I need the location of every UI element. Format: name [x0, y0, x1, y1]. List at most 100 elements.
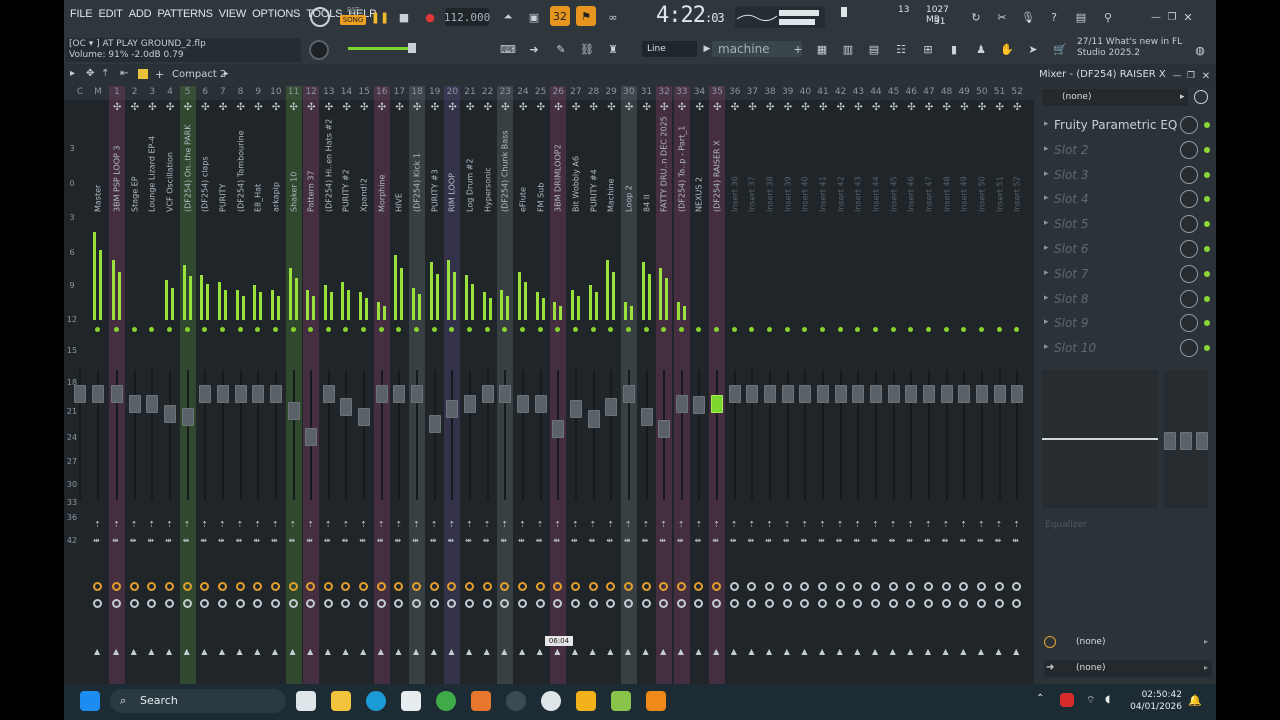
- volume-fader[interactable]: [393, 385, 406, 403]
- volume-knob-icon[interactable]: [941, 599, 951, 608]
- channel-name[interactable]: Insert 43: [850, 112, 866, 212]
- send-arrow-icon[interactable]: ▲: [695, 647, 701, 656]
- channel-number[interactable]: 16: [374, 87, 390, 97]
- volume-fader[interactable]: [411, 385, 424, 403]
- channel-number[interactable]: 21: [462, 87, 478, 97]
- channel-number[interactable]: 35: [709, 87, 725, 97]
- channel-number[interactable]: 22: [480, 87, 496, 97]
- volume-fader[interactable]: [340, 398, 353, 416]
- stereo-up-icon[interactable]: ⇡: [360, 520, 367, 529]
- stereo-up-icon[interactable]: ⇡: [643, 520, 650, 529]
- stereo-separation-icon[interactable]: ⇹: [183, 536, 190, 545]
- pan-knob-icon[interactable]: [835, 582, 845, 591]
- pan-knob-icon[interactable]: [782, 582, 792, 591]
- channel-name[interactable]: Insert 40: [797, 112, 813, 212]
- stereo-separation-icon[interactable]: ⇹: [130, 536, 137, 545]
- send-arrow-icon[interactable]: ▲: [94, 647, 100, 656]
- active-led-icon[interactable]: [925, 327, 931, 332]
- stereo-up-icon[interactable]: ⇡: [801, 520, 808, 529]
- stereo-separation-icon[interactable]: ⇹: [942, 536, 949, 545]
- pan-knob-icon[interactable]: [923, 582, 933, 591]
- channel-number[interactable]: 32: [656, 87, 672, 97]
- stereo-up-icon[interactable]: ⇡: [819, 520, 826, 529]
- stereo-separation-icon[interactable]: ⇹: [589, 536, 596, 545]
- channel-name[interactable]: [72, 112, 88, 212]
- channel-number[interactable]: 14: [338, 87, 354, 97]
- channel-number[interactable]: 38: [762, 87, 778, 97]
- channel-number[interactable]: 29: [603, 87, 619, 97]
- channel-name[interactable]: VCF Oscillation: [162, 112, 178, 212]
- channel-number[interactable]: 43: [850, 87, 866, 97]
- stereo-separation-icon[interactable]: ⇹: [959, 536, 966, 545]
- menu-edit[interactable]: EDIT: [98, 8, 122, 20]
- volume-fader[interactable]: [305, 428, 318, 446]
- send-arrow-icon[interactable]: ▲: [960, 647, 966, 656]
- volume-knob-icon[interactable]: [376, 599, 386, 608]
- stereo-separation-icon[interactable]: ⇹: [377, 536, 384, 545]
- countdown-mode-button[interactable]: 32: [550, 6, 570, 26]
- channel-number[interactable]: 9: [250, 87, 266, 97]
- stereo-up-icon[interactable]: ⇡: [201, 520, 208, 529]
- help-icon[interactable]: ?: [1044, 7, 1064, 27]
- output2-arrow-icon[interactable]: ▸: [1204, 663, 1208, 672]
- stereo-separation-icon[interactable]: ⇹: [712, 536, 719, 545]
- effect-slot[interactable]: Slot 3: [1044, 164, 1192, 186]
- channel-name[interactable]: PURITY #2: [338, 112, 354, 212]
- volume-fader[interactable]: [887, 385, 900, 403]
- send-arrow-icon[interactable]: ▲: [448, 647, 454, 656]
- channel-number[interactable]: 37: [744, 87, 760, 97]
- send-arrow-icon[interactable]: ▲: [166, 647, 172, 656]
- volume-fader[interactable]: [975, 385, 988, 403]
- active-led-icon[interactable]: [519, 327, 525, 332]
- channel-name[interactable]: PURITY #4: [586, 112, 602, 212]
- stereo-separation-icon[interactable]: ⇹: [571, 536, 578, 545]
- channel-number[interactable]: 12: [303, 87, 319, 97]
- channel-name[interactable]: Insert 50: [974, 112, 990, 212]
- channel-number[interactable]: 4: [162, 87, 178, 97]
- stereo-separation-icon[interactable]: ⇹: [483, 536, 490, 545]
- mixer-view-icon[interactable]: [137, 68, 149, 80]
- stereo-separation-icon[interactable]: ⇹: [218, 536, 225, 545]
- active-led-icon[interactable]: [590, 327, 596, 332]
- send-arrow-icon[interactable]: ▲: [784, 647, 790, 656]
- channel-name[interactable]: (DF254) Tambourine: [233, 112, 249, 212]
- send-arrow-icon[interactable]: ▲: [413, 647, 419, 656]
- stereo-up-icon[interactable]: ⇡: [342, 520, 349, 529]
- close-icon[interactable]: ✕: [1178, 7, 1198, 27]
- stereo-up-icon[interactable]: ⇡: [748, 520, 755, 529]
- volume-knob-icon[interactable]: [818, 599, 827, 608]
- pan-knob-icon[interactable]: [941, 582, 951, 591]
- slot-enable-led-icon[interactable]: [1204, 270, 1210, 277]
- volume-fader[interactable]: [746, 385, 759, 403]
- volume-knob-icon[interactable]: [217, 599, 227, 608]
- send-arrow-icon[interactable]: ▲: [484, 647, 490, 656]
- volume-fader[interactable]: [728, 385, 741, 403]
- pan-knob-icon[interactable]: [641, 582, 651, 591]
- send-arrow-icon[interactable]: ▲: [978, 647, 984, 656]
- send-arrow-icon[interactable]: ▲: [643, 647, 649, 656]
- mixer-close-icon[interactable]: ✕: [1196, 66, 1216, 86]
- send-arrow-icon[interactable]: ▲: [254, 647, 260, 656]
- volume-fader[interactable]: [199, 385, 212, 403]
- stereo-separation-icon[interactable]: ⇹: [995, 536, 1002, 545]
- pan-knob-icon[interactable]: [93, 582, 102, 591]
- slot-arrow-icon[interactable]: ▸: [1044, 169, 1049, 179]
- channel-name[interactable]: Insert 51: [992, 112, 1008, 212]
- channel-name[interactable]: Insert 37: [744, 112, 760, 212]
- volume-fader[interactable]: [693, 396, 706, 414]
- channel-number[interactable]: 39: [780, 87, 796, 97]
- connect-icon[interactable]: ⊞: [918, 39, 938, 59]
- pan-knob-icon[interactable]: [729, 582, 739, 591]
- active-led-icon[interactable]: [484, 327, 490, 332]
- channel-name[interactable]: 3BM DRIMLOOP2: [550, 112, 566, 212]
- volume-fader[interactable]: [622, 385, 635, 403]
- channel-number[interactable]: 25: [533, 87, 549, 97]
- send-arrow-icon[interactable]: ▲: [342, 647, 348, 656]
- chrome-canary-icon[interactable]: [576, 691, 596, 711]
- slot-arrow-icon[interactable]: ▸: [1044, 144, 1049, 154]
- stereo-up-icon[interactable]: ⇡: [307, 520, 314, 529]
- volume-fader[interactable]: [428, 415, 441, 433]
- channel-number[interactable]: 15: [356, 87, 372, 97]
- send-arrow-icon[interactable]: ▲: [801, 647, 807, 656]
- stereo-separation-icon[interactable]: ⇹: [553, 536, 560, 545]
